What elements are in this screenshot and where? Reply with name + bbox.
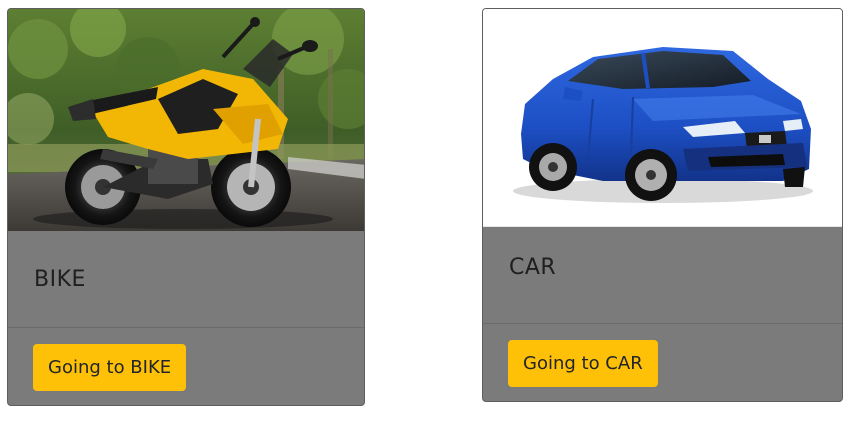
bike-card-body: BIKE bbox=[8, 231, 364, 327]
bike-card-footer: Going to BIKE bbox=[8, 327, 364, 405]
bike-card: BIKE Going to BIKE bbox=[7, 8, 365, 406]
going-to-bike-button[interactable]: Going to BIKE bbox=[33, 344, 187, 391]
car-card-body: CAR bbox=[483, 227, 842, 323]
bike-card-title: BIKE bbox=[34, 267, 86, 292]
car-card-footer: Going to CAR bbox=[483, 323, 842, 401]
motorcycle-photo bbox=[8, 9, 364, 231]
car-card-title: CAR bbox=[509, 255, 557, 280]
car-card: CAR Going to CAR bbox=[482, 8, 843, 402]
car-photo bbox=[483, 9, 842, 227]
going-to-car-button[interactable]: Going to CAR bbox=[508, 340, 658, 387]
